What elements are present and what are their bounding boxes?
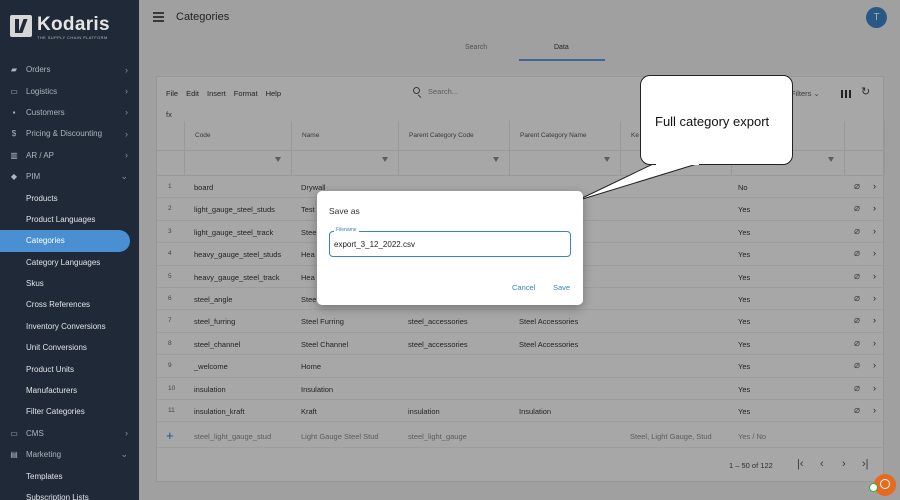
cancel-button[interactable]: Cancel bbox=[512, 283, 535, 292]
filename-label: Filename bbox=[334, 227, 359, 233]
online-status-icon bbox=[869, 483, 878, 492]
callout-bubble: Full category export bbox=[640, 75, 793, 165]
save-button[interactable]: Save bbox=[553, 283, 570, 292]
filename-input[interactable]: export_3_12_2022.csv bbox=[334, 240, 415, 249]
filename-field[interactable]: Filename export_3_12_2022.csv bbox=[329, 227, 571, 257]
dialog-title: Save as bbox=[329, 206, 360, 216]
save-as-dialog: Save as Filename export_3_12_2022.csv Ca… bbox=[317, 191, 583, 305]
callout-text: Full category export bbox=[655, 114, 770, 129]
